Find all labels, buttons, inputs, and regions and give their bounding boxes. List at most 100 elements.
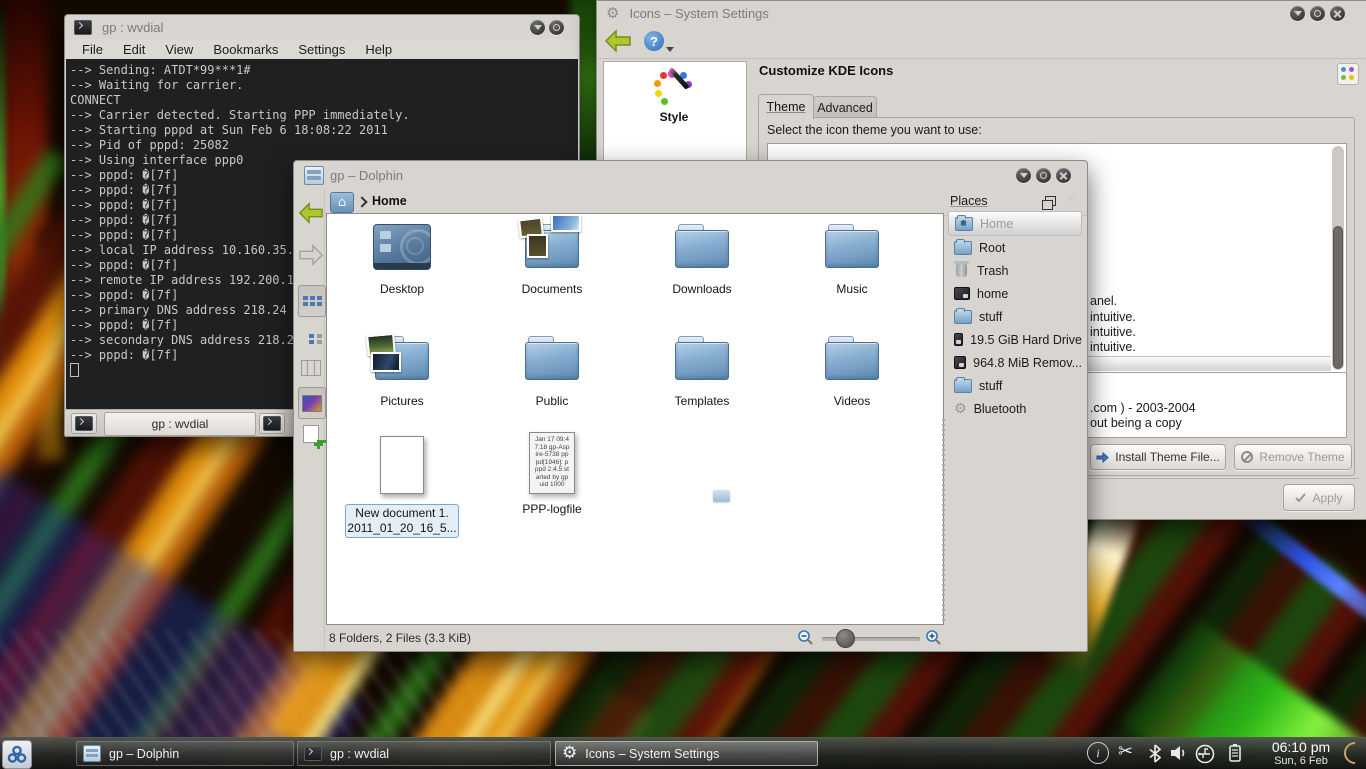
place-item-root[interactable]: Root: [948, 236, 1082, 259]
notifications-icon[interactable]: i: [1087, 742, 1109, 764]
place-item-trash[interactable]: Trash: [948, 259, 1082, 282]
tab-theme[interactable]: Theme: [758, 94, 814, 119]
dolphin-side-toolbar: [295, 189, 325, 650]
forward-icon[interactable]: [298, 243, 324, 267]
place-item-bluetooth[interactable]: ⚙ Bluetooth: [948, 397, 1082, 420]
home-breadcrumb-icon[interactable]: ⌂: [330, 192, 354, 213]
folder-icon: [954, 379, 972, 393]
tab-theme-label: Theme: [767, 100, 806, 114]
menu-help[interactable]: Help: [363, 42, 394, 57]
sidebar-item-style[interactable]: Style: [604, 68, 744, 130]
folder-tile-videos[interactable]: Videos: [792, 334, 912, 408]
task-label: Icons – System Settings: [585, 747, 719, 761]
close-button[interactable]: [1056, 168, 1071, 183]
file-name-line2: 2011_01_20_16_5...: [346, 521, 458, 536]
task-dolphin[interactable]: gp – Dolphin: [76, 741, 294, 766]
float-panel-icon[interactable]: [1045, 196, 1056, 206]
back-icon[interactable]: [604, 29, 632, 53]
status-text: 8 Folders, 2 Files (3.3 KiB): [329, 631, 471, 645]
apply-button[interactable]: Apply: [1283, 484, 1355, 511]
folder-tile-documents[interactable]: Documents: [492, 222, 612, 296]
konsole-titlebar[interactable]: gp : wvdial: [65, 15, 579, 39]
new-tab-button[interactable]: [71, 413, 97, 434]
place-item-removable[interactable]: 964.8 MiB Remov...: [948, 351, 1082, 374]
panel-drag-handle[interactable]: [942, 419, 945, 621]
place-item-stuff[interactable]: stuff: [948, 305, 1082, 328]
tab-list-button[interactable]: [259, 413, 285, 434]
place-item-stuff2[interactable]: stuff: [948, 374, 1082, 397]
help-icon[interactable]: ?: [644, 31, 664, 51]
tab-advanced[interactable]: Advanced: [813, 96, 877, 119]
folder-tile-desktop[interactable]: Desktop: [342, 222, 462, 296]
minimize-button[interactable]: [1290, 6, 1305, 21]
minimize-button[interactable]: [530, 20, 545, 35]
close-panel-icon[interactable]: [1063, 190, 1078, 205]
theme-list-text-fragment: anel.: [1090, 294, 1117, 308]
close-button[interactable]: [1330, 6, 1345, 21]
zoom-out-icon[interactable]: [797, 629, 815, 647]
check-icon: [1295, 493, 1306, 503]
panel-cashew-icon[interactable]: [1339, 737, 1366, 768]
dolphin-file-view[interactable]: Desktop Documents Downloads Music Pictur…: [326, 213, 944, 625]
file-tile-new-document[interactable]: New document 1. 2011_01_20_16_5...: [342, 436, 462, 538]
menu-bookmarks[interactable]: Bookmarks: [211, 42, 280, 57]
konsole-window-icon: [74, 20, 92, 35]
install-theme-button[interactable]: Install Theme File...: [1090, 444, 1226, 470]
battery-icon[interactable]: [1226, 743, 1244, 763]
icons-view-button[interactable]: [298, 285, 326, 317]
task-konsole[interactable]: gp : wvdial: [297, 741, 551, 766]
maximize-button[interactable]: [1310, 6, 1325, 21]
folder-tile-music[interactable]: Music: [792, 222, 912, 296]
document-icon: [380, 436, 424, 494]
split-view-button[interactable]: [298, 421, 324, 447]
place-label: home: [977, 287, 1008, 301]
volume-icon[interactable]: [1170, 745, 1188, 761]
remove-theme-button[interactable]: Remove Theme: [1234, 444, 1352, 470]
menu-edit[interactable]: Edit: [121, 42, 147, 57]
maximize-button[interactable]: [549, 20, 564, 35]
folder-tile-downloads[interactable]: Downloads: [642, 222, 762, 296]
place-item-hard-drive[interactable]: 19.5 GiB Hard Drive: [948, 328, 1082, 351]
settings-titlebar[interactable]: ⚙ Icons – System Settings: [597, 1, 1366, 25]
menu-file[interactable]: File: [80, 42, 105, 57]
columns-view-button[interactable]: [298, 355, 324, 381]
theme-list-text-fragment: intuitive.: [1090, 310, 1136, 324]
menu-settings[interactable]: Settings: [296, 42, 347, 57]
details-view-button[interactable]: [298, 323, 324, 349]
trash-icon: [956, 264, 967, 277]
folder-tile-templates[interactable]: Templates: [642, 334, 762, 408]
places-title: Places: [950, 194, 988, 208]
folder-tile-public[interactable]: Public: [492, 334, 612, 408]
preview-button[interactable]: [298, 387, 326, 419]
scrollbar-thumb[interactable]: [1333, 226, 1343, 369]
app-launcher-button[interactable]: [2, 740, 32, 769]
bluetooth-icon[interactable]: [1148, 744, 1162, 763]
zoom-in-icon[interactable]: [925, 629, 943, 647]
maximize-button[interactable]: [1036, 168, 1051, 183]
folder-tile-pictures[interactable]: Pictures: [342, 334, 462, 408]
minimize-button[interactable]: [1016, 168, 1031, 183]
taskbar: gp – Dolphin gp : wvdial ⚙ Icons – Syste…: [0, 737, 1366, 769]
usb-device-icon[interactable]: [1195, 744, 1215, 764]
terminal-line: --> Pid of pppd: 25082: [70, 138, 578, 153]
place-label: Home: [980, 217, 1013, 231]
desktop-folder-icon: [373, 224, 431, 270]
task-system-settings[interactable]: ⚙ Icons – System Settings: [555, 741, 818, 766]
clock[interactable]: 06:10 pm Sun, 6 Feb: [1262, 740, 1340, 767]
theme-list-scrollbar[interactable]: [1332, 146, 1344, 370]
place-item-home-device[interactable]: home: [948, 282, 1082, 305]
breadcrumb-location[interactable]: Home: [372, 194, 407, 208]
task-label: gp – Dolphin: [109, 747, 179, 761]
clipboard-scissors-icon[interactable]: ✂: [1118, 741, 1133, 762]
dolphin-titlebar[interactable]: gp – Dolphin: [294, 161, 1087, 189]
bluetooth-settings-icon: ⚙: [954, 402, 967, 416]
zoom-slider-handle[interactable]: [836, 629, 855, 648]
chevron-down-icon[interactable]: [666, 47, 674, 52]
back-icon[interactable]: [298, 201, 324, 225]
removable-drive-icon: [954, 356, 966, 369]
menu-view[interactable]: View: [163, 42, 195, 57]
file-tile-ppp-logfile[interactable]: Jan 17 09:4 7:18 gp-Asp ire-5738 pp pd[1…: [492, 432, 612, 516]
terminal-tab[interactable]: gp : wvdial: [104, 412, 256, 436]
place-item-home[interactable]: Home: [948, 211, 1082, 236]
folder-label: Downloads: [642, 282, 762, 296]
